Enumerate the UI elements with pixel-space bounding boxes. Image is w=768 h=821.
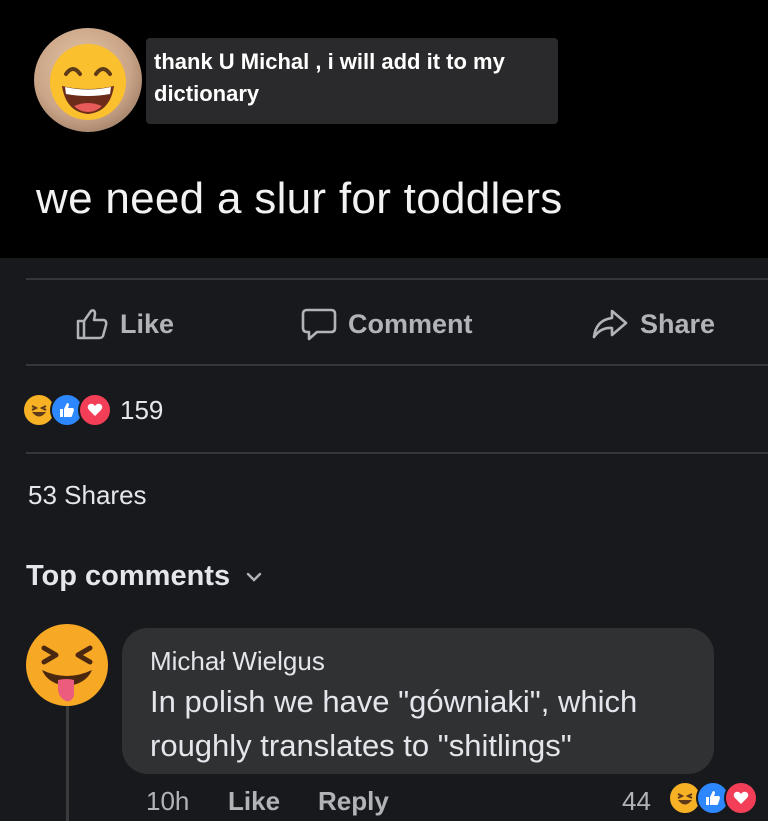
- poster-avatar[interactable]: [34, 28, 142, 132]
- comment-thread-line: [66, 706, 69, 821]
- comment-sort-dropdown[interactable]: Top comments: [26, 560, 262, 593]
- commenter-avatar[interactable]: [24, 622, 110, 713]
- chevron-down-icon: [246, 572, 262, 582]
- comment-label: Comment: [348, 308, 473, 339]
- share-count[interactable]: 53 Shares: [28, 480, 147, 511]
- post-header-area: thank U Michal , i will add it to my dic…: [0, 0, 768, 258]
- comment-reaction-count: 44: [622, 786, 651, 816]
- comment-like-button[interactable]: Like: [228, 786, 280, 817]
- thumbs-up-icon: [76, 309, 108, 340]
- comment-reply-button[interactable]: Reply: [318, 786, 389, 817]
- share-label: Share: [640, 308, 716, 339]
- share-button[interactable]: Share: [590, 306, 715, 342]
- comment-button[interactable]: Comment: [300, 306, 473, 342]
- divider: [26, 278, 768, 280]
- divider: [26, 364, 768, 366]
- reaction-summary[interactable]: 159: [22, 392, 163, 428]
- meme-caption: thank U Michal , i will add it to my dic…: [146, 38, 558, 124]
- comment-icon: [301, 308, 337, 341]
- reaction-count: 159: [120, 394, 164, 425]
- divider: [26, 452, 768, 454]
- love-icon: [724, 781, 758, 815]
- comment-author[interactable]: Michał Wielgus: [150, 646, 325, 677]
- comment-bubble: Michał Wielgus In polish we have "gównia…: [122, 628, 714, 774]
- tongue-emoji-icon: [26, 624, 108, 706]
- comment-text: In polish we have "gówniaki", which roug…: [150, 684, 638, 763]
- post-text: we need a slur for toddlers: [36, 174, 563, 223]
- like-button[interactable]: Like: [74, 306, 174, 342]
- comment-sort-label: Top comments: [26, 560, 231, 592]
- share-arrow-icon: [592, 309, 628, 339]
- comment-timestamp[interactable]: 10h: [146, 786, 189, 817]
- comment-reactions[interactable]: [668, 781, 758, 815]
- love-icon: [78, 393, 112, 427]
- like-label: Like: [120, 308, 175, 339]
- grinning-emoji-icon: [50, 44, 126, 120]
